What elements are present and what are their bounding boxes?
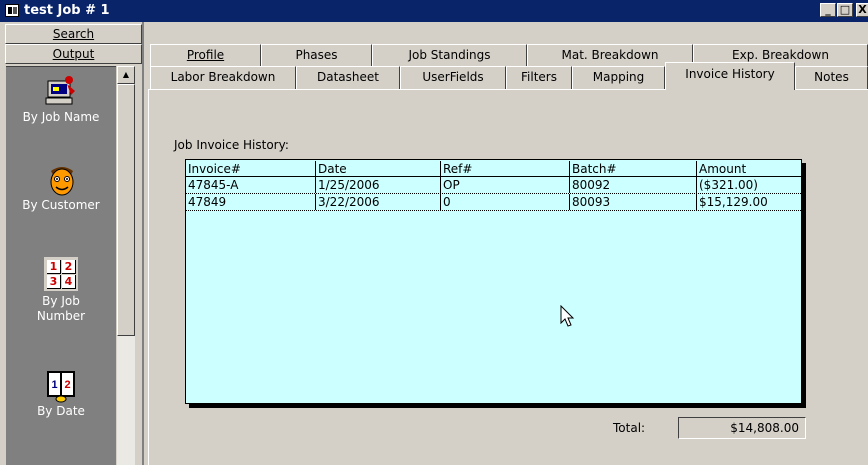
tab-label: Datasheet — [317, 70, 379, 84]
cell-batch: 80093 — [570, 194, 697, 210]
tab-label: Job Standings — [408, 48, 491, 62]
tab-label: UserFields — [422, 70, 484, 84]
tab-labor-breakdown[interactable]: Labor Breakdown — [150, 66, 296, 89]
group-label-output: Output — [52, 47, 95, 61]
column-header-ref[interactable]: Ref# — [441, 161, 570, 177]
shortcut-pane: By Job Name By Customer 1 2 3 4 By Job N… — [6, 66, 116, 465]
svg-text:1: 1 — [51, 379, 57, 391]
invoice-history-label: Job Invoice History: — [174, 138, 289, 152]
shortcut-by-job-name[interactable]: By Job Name — [6, 75, 116, 124]
mouse-pointer-icon — [560, 304, 576, 332]
window-title: test Job # 1 — [24, 3, 110, 18]
application-window: test Job # 1 _ □ X Search Output By Job … — [0, 0, 868, 465]
close-button[interactable]: X — [856, 3, 868, 17]
tab-filters[interactable]: Filters — [506, 66, 572, 89]
cell-invoice: 47845-A — [186, 177, 316, 193]
tab-job-standings[interactable]: Job Standings — [372, 44, 527, 66]
cell-amount: $15,129.00 — [699, 195, 768, 209]
number-grid-icon: 1 2 3 4 — [44, 257, 78, 291]
tab-label: Filters — [521, 70, 557, 84]
column-header-amount[interactable]: Amount — [697, 161, 801, 177]
cell-ref: OP — [441, 177, 570, 193]
tab-profile[interactable]: Profile — [150, 44, 261, 66]
cell-ref: 0 — [441, 194, 570, 210]
tab-phases[interactable]: Phases — [261, 44, 372, 66]
tab-invoice-history[interactable]: Invoice History — [665, 62, 795, 90]
scroll-thumb[interactable] — [117, 84, 135, 336]
shortcut-by-customer[interactable]: By Customer — [6, 163, 116, 212]
shortcut-scrollbar[interactable]: ▲ — [117, 66, 135, 465]
tab-label: Invoice History — [685, 67, 775, 81]
total-amount-field: $14,808.00 — [678, 417, 806, 439]
digit-cell: 3 — [47, 275, 61, 289]
tab-label: Exp. Breakdown — [732, 48, 829, 62]
shortcut-label: By Customer — [22, 198, 100, 212]
minimize-button[interactable]: _ — [820, 3, 836, 17]
cell-date: 1/25/2006 — [316, 177, 441, 193]
group-label-search: Search — [52, 27, 95, 41]
cell-batch: 80092 — [570, 177, 697, 193]
shortcut-label: By Job Name — [22, 110, 100, 124]
tab-datasheet[interactable]: Datasheet — [296, 66, 400, 89]
tab-label: Notes — [814, 70, 849, 84]
column-header-invoice[interactable]: Invoice# — [186, 161, 316, 177]
invoice-history-grid[interactable]: Invoice# Date Ref# Batch# Amount 47845-A… — [185, 159, 802, 404]
cell-amount: ($321.00) — [699, 178, 758, 192]
tab-label: Phases — [295, 48, 338, 62]
shortcut-label: By Job Number — [36, 294, 86, 323]
tab-mapping[interactable]: Mapping — [572, 66, 665, 89]
cell-date: 3/22/2006 — [316, 194, 441, 210]
digit-cell: 1 — [47, 260, 61, 274]
tab-label: Labor Breakdown — [170, 70, 276, 84]
tab-label: Mapping — [592, 70, 645, 84]
title-bar[interactable]: test Job # 1 _ □ X — [0, 0, 868, 22]
table-row[interactable]: 47845-A 1/25/2006 OP 80092 ($321.00) — [186, 177, 801, 194]
shortcut-by-date[interactable]: 1 2 By Date — [6, 369, 116, 418]
cell-invoice: 47849 — [186, 194, 316, 210]
tab-notes[interactable]: Notes — [795, 66, 868, 89]
tab-label: Profile — [186, 48, 225, 62]
scroll-up-arrow-icon[interactable]: ▲ — [117, 66, 135, 84]
column-header-date[interactable]: Date — [316, 161, 441, 177]
digit-cell: 4 — [62, 275, 76, 289]
tab-label: Mat. Breakdown — [561, 48, 659, 62]
column-header-batch[interactable]: Batch# — [570, 161, 697, 177]
digit-cell: 2 — [62, 260, 76, 274]
shortcut-by-job-number[interactable]: 1 2 3 4 By Job Number — [6, 257, 116, 324]
calendar-book-icon: 1 2 — [45, 369, 77, 403]
group-button-search[interactable]: Search — [5, 24, 142, 44]
computer-person-icon — [45, 75, 77, 107]
face-icon — [45, 163, 77, 196]
table-row[interactable]: 47849 3/22/2006 0 80093 $15,129.00 — [186, 194, 801, 211]
total-label: Total: — [613, 421, 646, 435]
svg-text:2: 2 — [64, 379, 70, 391]
group-button-output[interactable]: Output — [5, 44, 142, 64]
shortcut-bar: Search Output By Job Name By Customer 1 … — [3, 22, 144, 465]
form-icon — [5, 4, 19, 17]
maximize-button[interactable]: □ — [837, 3, 853, 17]
tab-userfields[interactable]: UserFields — [400, 66, 506, 89]
shortcut-label: By Date — [37, 404, 85, 418]
